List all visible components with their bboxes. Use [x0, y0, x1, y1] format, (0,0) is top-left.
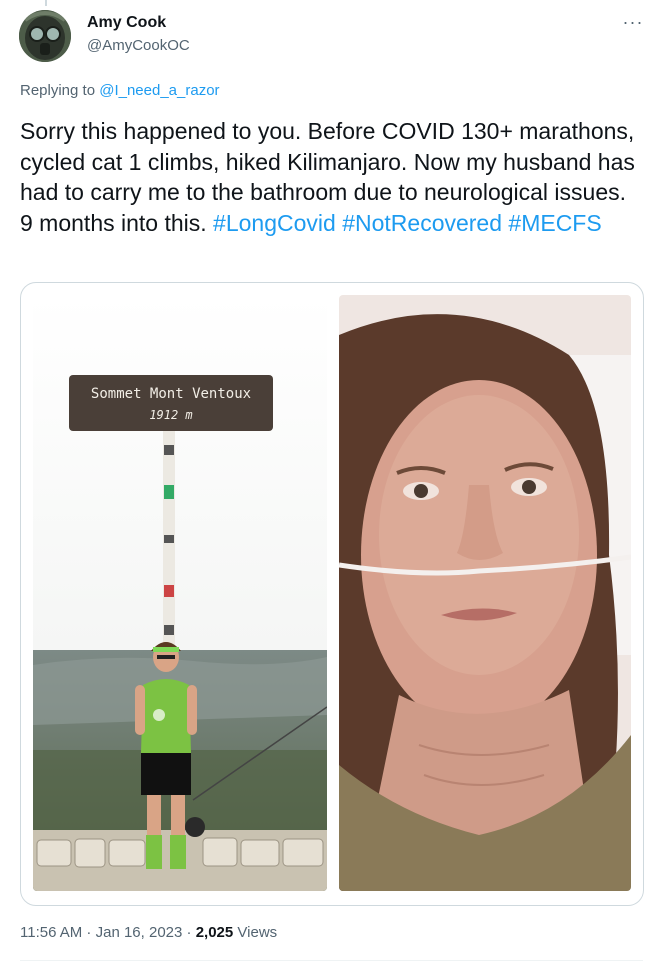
more-options-icon[interactable]: ···: [618, 12, 648, 32]
tweet: Amy Cook @AmyCookOC ··· Replying to @I_n…: [0, 0, 663, 964]
reply-target-link[interactable]: @I_need_a_razor: [99, 82, 219, 99]
replying-to-label: Replying to: [20, 82, 100, 99]
hashtag-notrecovered[interactable]: #NotRecovered: [342, 210, 502, 236]
divider: [20, 960, 643, 961]
author-handle[interactable]: @AmyCookOC: [87, 37, 190, 54]
photo-mont-ventoux[interactable]: Sommet Mont Ventoux 1912 m: [33, 295, 327, 891]
sign-title: Sommet Mont Ventoux: [91, 386, 251, 402]
avatar[interactable]: [19, 10, 71, 62]
tweet-meta: 11:56 AM · Jan 16, 2023 · 2,025 Views: [20, 924, 277, 941]
views-count: 2,025: [195, 924, 234, 941]
author-name[interactable]: Amy Cook: [87, 14, 166, 32]
hashtag-longcovid[interactable]: #LongCovid: [213, 210, 336, 236]
tweet-time[interactable]: 11:56 AM: [20, 924, 82, 941]
meta-separator: ·: [182, 924, 196, 941]
replying-to: Replying to @I_need_a_razor: [20, 82, 220, 99]
media-grid: Sommet Mont Ventoux 1912 m: [20, 282, 644, 906]
tweet-date[interactable]: Jan 16, 2023: [96, 924, 183, 941]
tweet-text: Sorry this happened to you. Before COVID…: [20, 116, 645, 238]
gas-mask-icon: [19, 10, 71, 62]
thread-connector-line: [45, 0, 47, 6]
views-label: Views: [233, 924, 278, 941]
sign-altitude: 1912 m: [149, 408, 192, 422]
photo-selfie[interactable]: [339, 295, 631, 891]
meta-separator: ·: [82, 924, 96, 941]
hashtag-mecfs[interactable]: #MECFS: [508, 210, 601, 236]
